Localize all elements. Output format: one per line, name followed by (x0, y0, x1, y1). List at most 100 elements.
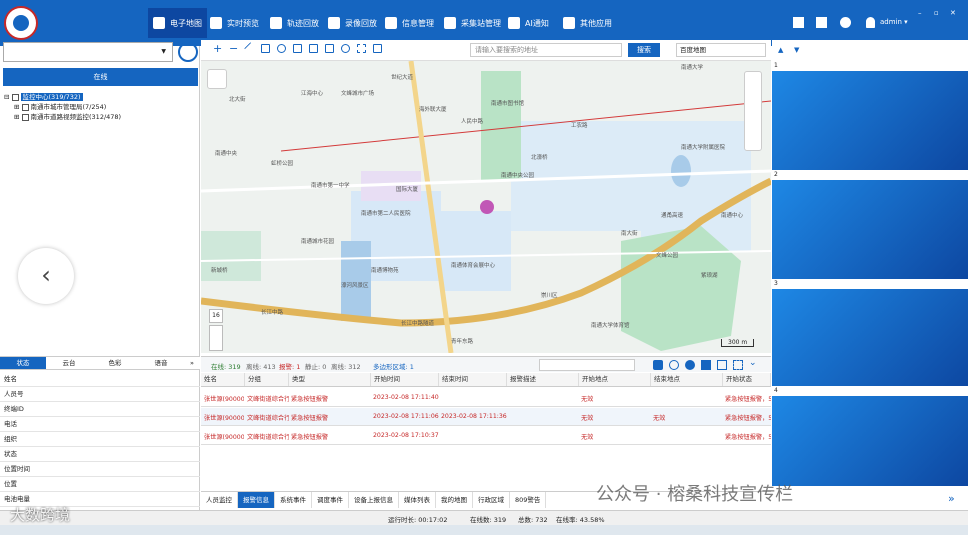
area-select[interactable] (539, 359, 635, 371)
map-search-button[interactable]: 搜索 (628, 43, 660, 57)
tab-color[interactable]: 色彩 (92, 357, 138, 369)
col-end[interactable]: 结束时间 (439, 373, 507, 386)
nav-label: 轨迹回放 (287, 18, 319, 28)
nav-other-apps[interactable]: 其他应用 (563, 13, 612, 33)
polygon-icon[interactable] (309, 44, 318, 53)
tab-dispatch-events[interactable]: 调度事件 (312, 492, 349, 508)
tab-809-warning[interactable]: 809警告 (510, 492, 547, 508)
col-desc[interactable]: 报警描述 (507, 373, 579, 386)
tab-system-events[interactable]: 系统事件 (275, 492, 312, 508)
maximize-button[interactable]: ▫ (934, 9, 939, 17)
table-row[interactable]: 张世源(900009 文峰街道综合行 紧急按钮报警 2023-02-08 17:… (201, 408, 771, 426)
tab-status[interactable]: 状态 (0, 357, 46, 369)
flag-icon[interactable] (261, 44, 270, 53)
nav-station-manage[interactable]: 采集站管理 (444, 13, 501, 33)
layout-icon[interactable] (816, 17, 827, 28)
map-label: 崇川区 (541, 293, 558, 299)
cell-start: 2023-02-08 17:11:06 (373, 413, 439, 420)
video-slot-1[interactable] (772, 71, 968, 170)
list-icon[interactable] (653, 360, 663, 370)
col-group[interactable]: 分组 (245, 373, 289, 386)
gear-icon[interactable] (840, 17, 851, 28)
cell-end: 2023-02-08 17:11:36 (441, 413, 507, 420)
video-slot-3[interactable] (772, 289, 968, 388)
fullscreen-icon[interactable] (357, 44, 366, 53)
col-from[interactable]: 开始地点 (579, 373, 651, 386)
map-label: 南通城市花园 (301, 239, 335, 245)
map-label: 长江中路 (261, 310, 284, 316)
export-icon[interactable] (701, 360, 711, 370)
rectangle-icon[interactable] (293, 44, 302, 53)
measure-icon[interactable] (325, 44, 334, 53)
video-slot-4[interactable] (772, 396, 968, 486)
col-state[interactable]: 开始状态 (723, 373, 771, 386)
tab-admin-area[interactable]: 行政区域 (473, 492, 510, 508)
zoom-control[interactable] (209, 325, 223, 351)
shirt-icon[interactable] (793, 17, 804, 28)
pen-icon[interactable] (244, 42, 257, 55)
col-to[interactable]: 结束地点 (651, 373, 723, 386)
nav-live-preview[interactable]: 实时预览 (210, 13, 259, 33)
search-icon[interactable] (178, 42, 198, 62)
tab-ptz[interactable]: 云台 (46, 357, 92, 369)
locate-icon[interactable] (207, 69, 227, 89)
checkbox-icon[interactable] (21, 103, 29, 111)
checkbox-icon[interactable] (11, 93, 19, 101)
chevron-left-icon[interactable]: ‹ (18, 248, 74, 304)
video-slot-2[interactable] (772, 180, 968, 279)
tree-node[interactable]: ⊞ 南通市道路视频监控(312/478) (14, 111, 121, 121)
tab-device-report[interactable]: 设备上报信息 (349, 492, 399, 508)
zoom-in-icon[interactable]: + (213, 42, 222, 55)
arrow-up-icon[interactable]: ▲ (778, 46, 783, 54)
search-icon[interactable] (341, 44, 350, 53)
status-footer: 运行时长: 00:17:02 在线数: 319 总数: 732 在线率: 43.… (0, 510, 968, 525)
tab-alarm-info[interactable]: 报警信息 (238, 492, 275, 508)
chevron-right-icon[interactable]: » (948, 492, 955, 505)
alarm-table: 姓名 分组 类型 开始时间 结束时间 报警描述 开始地点 结束地点 开始状态 张… (201, 373, 771, 490)
map-label: 南大街 (621, 231, 638, 237)
online-filter-button[interactable]: 在线 (3, 68, 198, 86)
globe-icon[interactable] (685, 360, 695, 370)
address-search-input[interactable]: 请输入要搜索的地址 (470, 43, 622, 57)
edit-icon[interactable] (717, 360, 727, 370)
static-count: 静止: 0 (305, 363, 327, 371)
nav-record-playback[interactable]: 录像回放 (328, 13, 377, 33)
nav-ai-notify[interactable]: AI通知 (508, 13, 549, 33)
tab-media-list[interactable]: 媒体列表 (399, 492, 436, 508)
col-start[interactable]: 开始时间 (371, 373, 439, 386)
chevron-down-icon[interactable]: » (184, 357, 200, 369)
table-row[interactable]: 张世源(900009 文峰街道综合行 紧急按钮报警 2023-02-08 17:… (201, 389, 771, 407)
map-label: 文峰公园 (656, 253, 679, 259)
map-canvas[interactable]: 世纪大道 江海中心 文峰城市广场 南通市图书馆 海外联大厦 北大街 南通大学 南… (201, 61, 771, 353)
expand-icon[interactable] (733, 360, 743, 370)
col-name[interactable]: 姓名 (201, 373, 245, 386)
tab-person-monitor[interactable]: 人员监控 (201, 492, 238, 508)
refresh-icon[interactable] (669, 360, 679, 370)
tab-voice[interactable]: 语音 (138, 357, 184, 369)
col-type[interactable]: 类型 (289, 373, 371, 386)
tree-root-node[interactable]: ⊟ 监控中心(319/732) (4, 91, 83, 101)
tree-node[interactable]: ⊞ 南通市城市管理局(7/254) (14, 101, 106, 111)
table-row[interactable]: 张世源(900009 文峰街道综合行 紧急按钮报警 2023-02-08 17:… (201, 427, 771, 445)
cell-type: 紧急按钮报警 (291, 415, 329, 422)
minimize-button[interactable]: – (918, 9, 922, 17)
user-menu[interactable]: admin ▾ (880, 18, 908, 26)
nav-info-manage[interactable]: 信息管理 (385, 13, 434, 33)
police-logo-icon (4, 6, 38, 40)
chevron-down-icon[interactable]: ▼ (161, 48, 166, 55)
arrow-down-icon[interactable]: ▼ (794, 46, 799, 54)
map-type-select[interactable]: 百度地图 (676, 43, 766, 57)
tab-my-map[interactable]: 我的地图 (436, 492, 473, 508)
circle-icon[interactable] (277, 44, 286, 53)
nav-electronic-map[interactable]: 电子地图 (148, 8, 207, 38)
map-label: 南通市第二人民医院 (361, 211, 411, 217)
cell-from: 无效 (581, 396, 594, 403)
save-icon[interactable] (373, 44, 382, 53)
chevron-down-icon[interactable]: ⌄ (749, 358, 757, 368)
tree-search-input[interactable]: ▼ (3, 42, 173, 62)
close-button[interactable]: ✕ (950, 9, 956, 17)
map-side-tools[interactable] (744, 71, 762, 151)
zoom-out-icon[interactable]: − (229, 42, 238, 55)
nav-track-playback[interactable]: 轨迹回放 (270, 13, 319, 33)
checkbox-icon[interactable] (21, 113, 29, 121)
